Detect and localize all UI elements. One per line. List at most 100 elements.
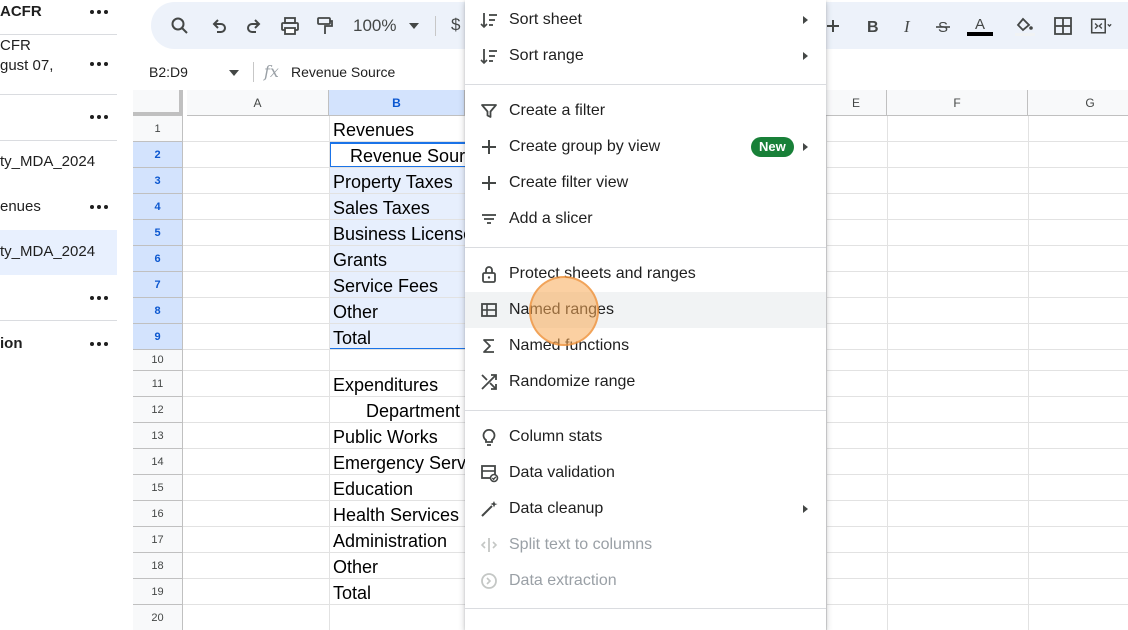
row-header[interactable]: 7	[133, 272, 183, 298]
borders-icon[interactable]	[1052, 15, 1074, 37]
column-header-g[interactable]: G	[1028, 90, 1128, 116]
column-header-a[interactable]: A	[187, 90, 329, 116]
menu-item-protect-sheets-and-ranges[interactable]: Protect sheets and ranges	[465, 256, 826, 292]
sidebar-item[interactable]	[0, 108, 117, 128]
column-header-b[interactable]: B	[329, 90, 465, 116]
menu-item-named-ranges[interactable]: Named ranges	[465, 292, 826, 328]
cell-b2[interactable]: Revenue Sour	[350, 145, 465, 167]
row-header[interactable]: 12	[133, 397, 183, 423]
menu-item-column-stats[interactable]: Column stats	[465, 419, 826, 455]
cell-b1[interactable]: Revenues	[333, 119, 465, 141]
undo-icon[interactable]	[208, 15, 230, 37]
cell-b12[interactable]: Department	[366, 400, 465, 422]
more-options-icon[interactable]	[88, 109, 110, 125]
row-header[interactable]: 15	[133, 475, 183, 501]
cell-b11[interactable]: Expenditures	[333, 374, 465, 396]
menu-item-label: Data extraction	[509, 572, 617, 589]
column-header-e[interactable]: E	[826, 90, 887, 116]
column-header-f[interactable]: F	[887, 90, 1028, 116]
sidebar-item-revenues[interactable]: enues	[0, 197, 117, 217]
menu-item-label: Column stats	[509, 428, 603, 445]
row-header[interactable]: 19	[133, 579, 183, 605]
italic-icon[interactable]: I	[897, 15, 919, 37]
menu-item-randomize-range[interactable]: Randomize range	[465, 364, 826, 400]
row-header[interactable]: 20	[133, 605, 183, 630]
cell-b3[interactable]: Property Taxes	[333, 171, 465, 193]
menu-item-create-group-by-view[interactable]: Create group by view New	[465, 129, 826, 165]
menu-item-data-cleanup[interactable]: Data cleanup	[465, 491, 826, 527]
formula-input[interactable]: Revenue Source	[291, 64, 395, 80]
cell-b7[interactable]: Service Fees	[333, 275, 465, 297]
cell-b6[interactable]: Grants	[333, 249, 465, 271]
submenu-arrow-icon	[803, 16, 808, 24]
row-header[interactable]: 2	[133, 142, 183, 168]
cell-b8[interactable]: Other	[333, 301, 465, 323]
cell-b18[interactable]: Other	[333, 556, 465, 578]
chevron-down-icon[interactable]	[229, 70, 239, 76]
row-header[interactable]: 10	[133, 350, 183, 371]
cell-b4[interactable]: Sales Taxes	[333, 197, 465, 219]
cell-b13[interactable]: Public Works	[333, 426, 465, 448]
menu-item-add-a-slicer[interactable]: Add a slicer	[465, 201, 826, 237]
row-header[interactable]: 4	[133, 194, 183, 220]
menu-item-named-functions[interactable]: Named functions	[465, 328, 826, 364]
fill-color-icon[interactable]	[1013, 15, 1035, 37]
sidebar-item-ion[interactable]: ion	[0, 334, 117, 354]
menu-item-create-a-filter[interactable]: Create a filter	[465, 93, 826, 129]
menu-item-sort-range[interactable]: Sort range	[465, 38, 826, 74]
cell-b14[interactable]: Emergency Serv	[333, 452, 465, 474]
named-ranges-icon	[479, 300, 499, 320]
svg-text:I: I	[903, 17, 911, 35]
sidebar-item-mda-2024[interactable]: ty_MDA_2024	[0, 152, 117, 172]
cell-b17[interactable]: Administration	[333, 530, 465, 552]
zoom-select[interactable]: 100%	[353, 16, 396, 36]
more-options-icon[interactable]	[88, 290, 110, 306]
strikethrough-icon[interactable]: S	[932, 15, 954, 37]
menu-item-sort-sheet[interactable]: Sort sheet	[465, 2, 826, 38]
row-header[interactable]: 16	[133, 501, 183, 527]
menu-item-create-filter-view[interactable]: Create filter view	[465, 165, 826, 201]
bold-icon[interactable]: B	[861, 15, 883, 37]
print-icon[interactable]	[279, 15, 301, 37]
chevron-down-icon[interactable]	[409, 23, 419, 29]
row-header[interactable]: 6	[133, 246, 183, 272]
redo-icon[interactable]	[243, 15, 265, 37]
menu-item-label: Named ranges	[509, 301, 614, 318]
more-options-icon[interactable]	[88, 199, 110, 215]
sort-sheet-icon	[479, 10, 499, 30]
row-header[interactable]: 13	[133, 423, 183, 449]
row-header[interactable]: 5	[133, 220, 183, 246]
paint-format-icon[interactable]	[314, 15, 336, 37]
row-header[interactable]: 8	[133, 298, 183, 324]
name-box[interactable]: B2:D9	[133, 56, 245, 88]
text-color-icon[interactable]: A	[967, 15, 995, 37]
sidebar-item-acfr[interactable]: ACFR	[0, 0, 117, 24]
row-header[interactable]: 14	[133, 449, 183, 475]
cell-b19[interactable]: Total	[333, 582, 465, 604]
menu-item-label: Create filter view	[509, 174, 629, 191]
sidebar-item-mda-2024-selected[interactable]: ty_MDA_2024	[0, 242, 117, 262]
row-header[interactable]: 11	[133, 371, 183, 397]
cell-b15[interactable]: Education	[333, 478, 465, 500]
sidebar-item-date: gust 07,	[0, 57, 54, 74]
row-header[interactable]: 3	[133, 168, 183, 194]
more-options-icon[interactable]	[88, 4, 110, 20]
search-icon[interactable]	[169, 15, 191, 37]
select-all-corner[interactable]	[133, 90, 183, 116]
cell-b16[interactable]: Health Services	[333, 504, 465, 526]
more-options-icon[interactable]	[88, 336, 110, 352]
currency-format-button[interactable]: $	[451, 15, 460, 35]
menu-item-data-validation[interactable]: Data validation	[465, 455, 826, 491]
sidebar-item-cfr[interactable]: CFR gust 07,	[0, 36, 117, 92]
row-header[interactable]: 9	[133, 324, 183, 350]
cell-b5[interactable]: Business License	[333, 223, 465, 245]
menu-item-label: Add a slicer	[509, 210, 593, 227]
row-header[interactable]: 1	[133, 116, 183, 142]
menu-divider	[465, 608, 826, 609]
more-options-icon[interactable]	[88, 56, 110, 72]
merge-cells-icon[interactable]	[1090, 15, 1112, 37]
row-header[interactable]: 18	[133, 553, 183, 579]
sidebar-item[interactable]	[0, 288, 117, 308]
row-header[interactable]: 17	[133, 527, 183, 553]
cell-b9[interactable]: Total	[333, 327, 465, 349]
